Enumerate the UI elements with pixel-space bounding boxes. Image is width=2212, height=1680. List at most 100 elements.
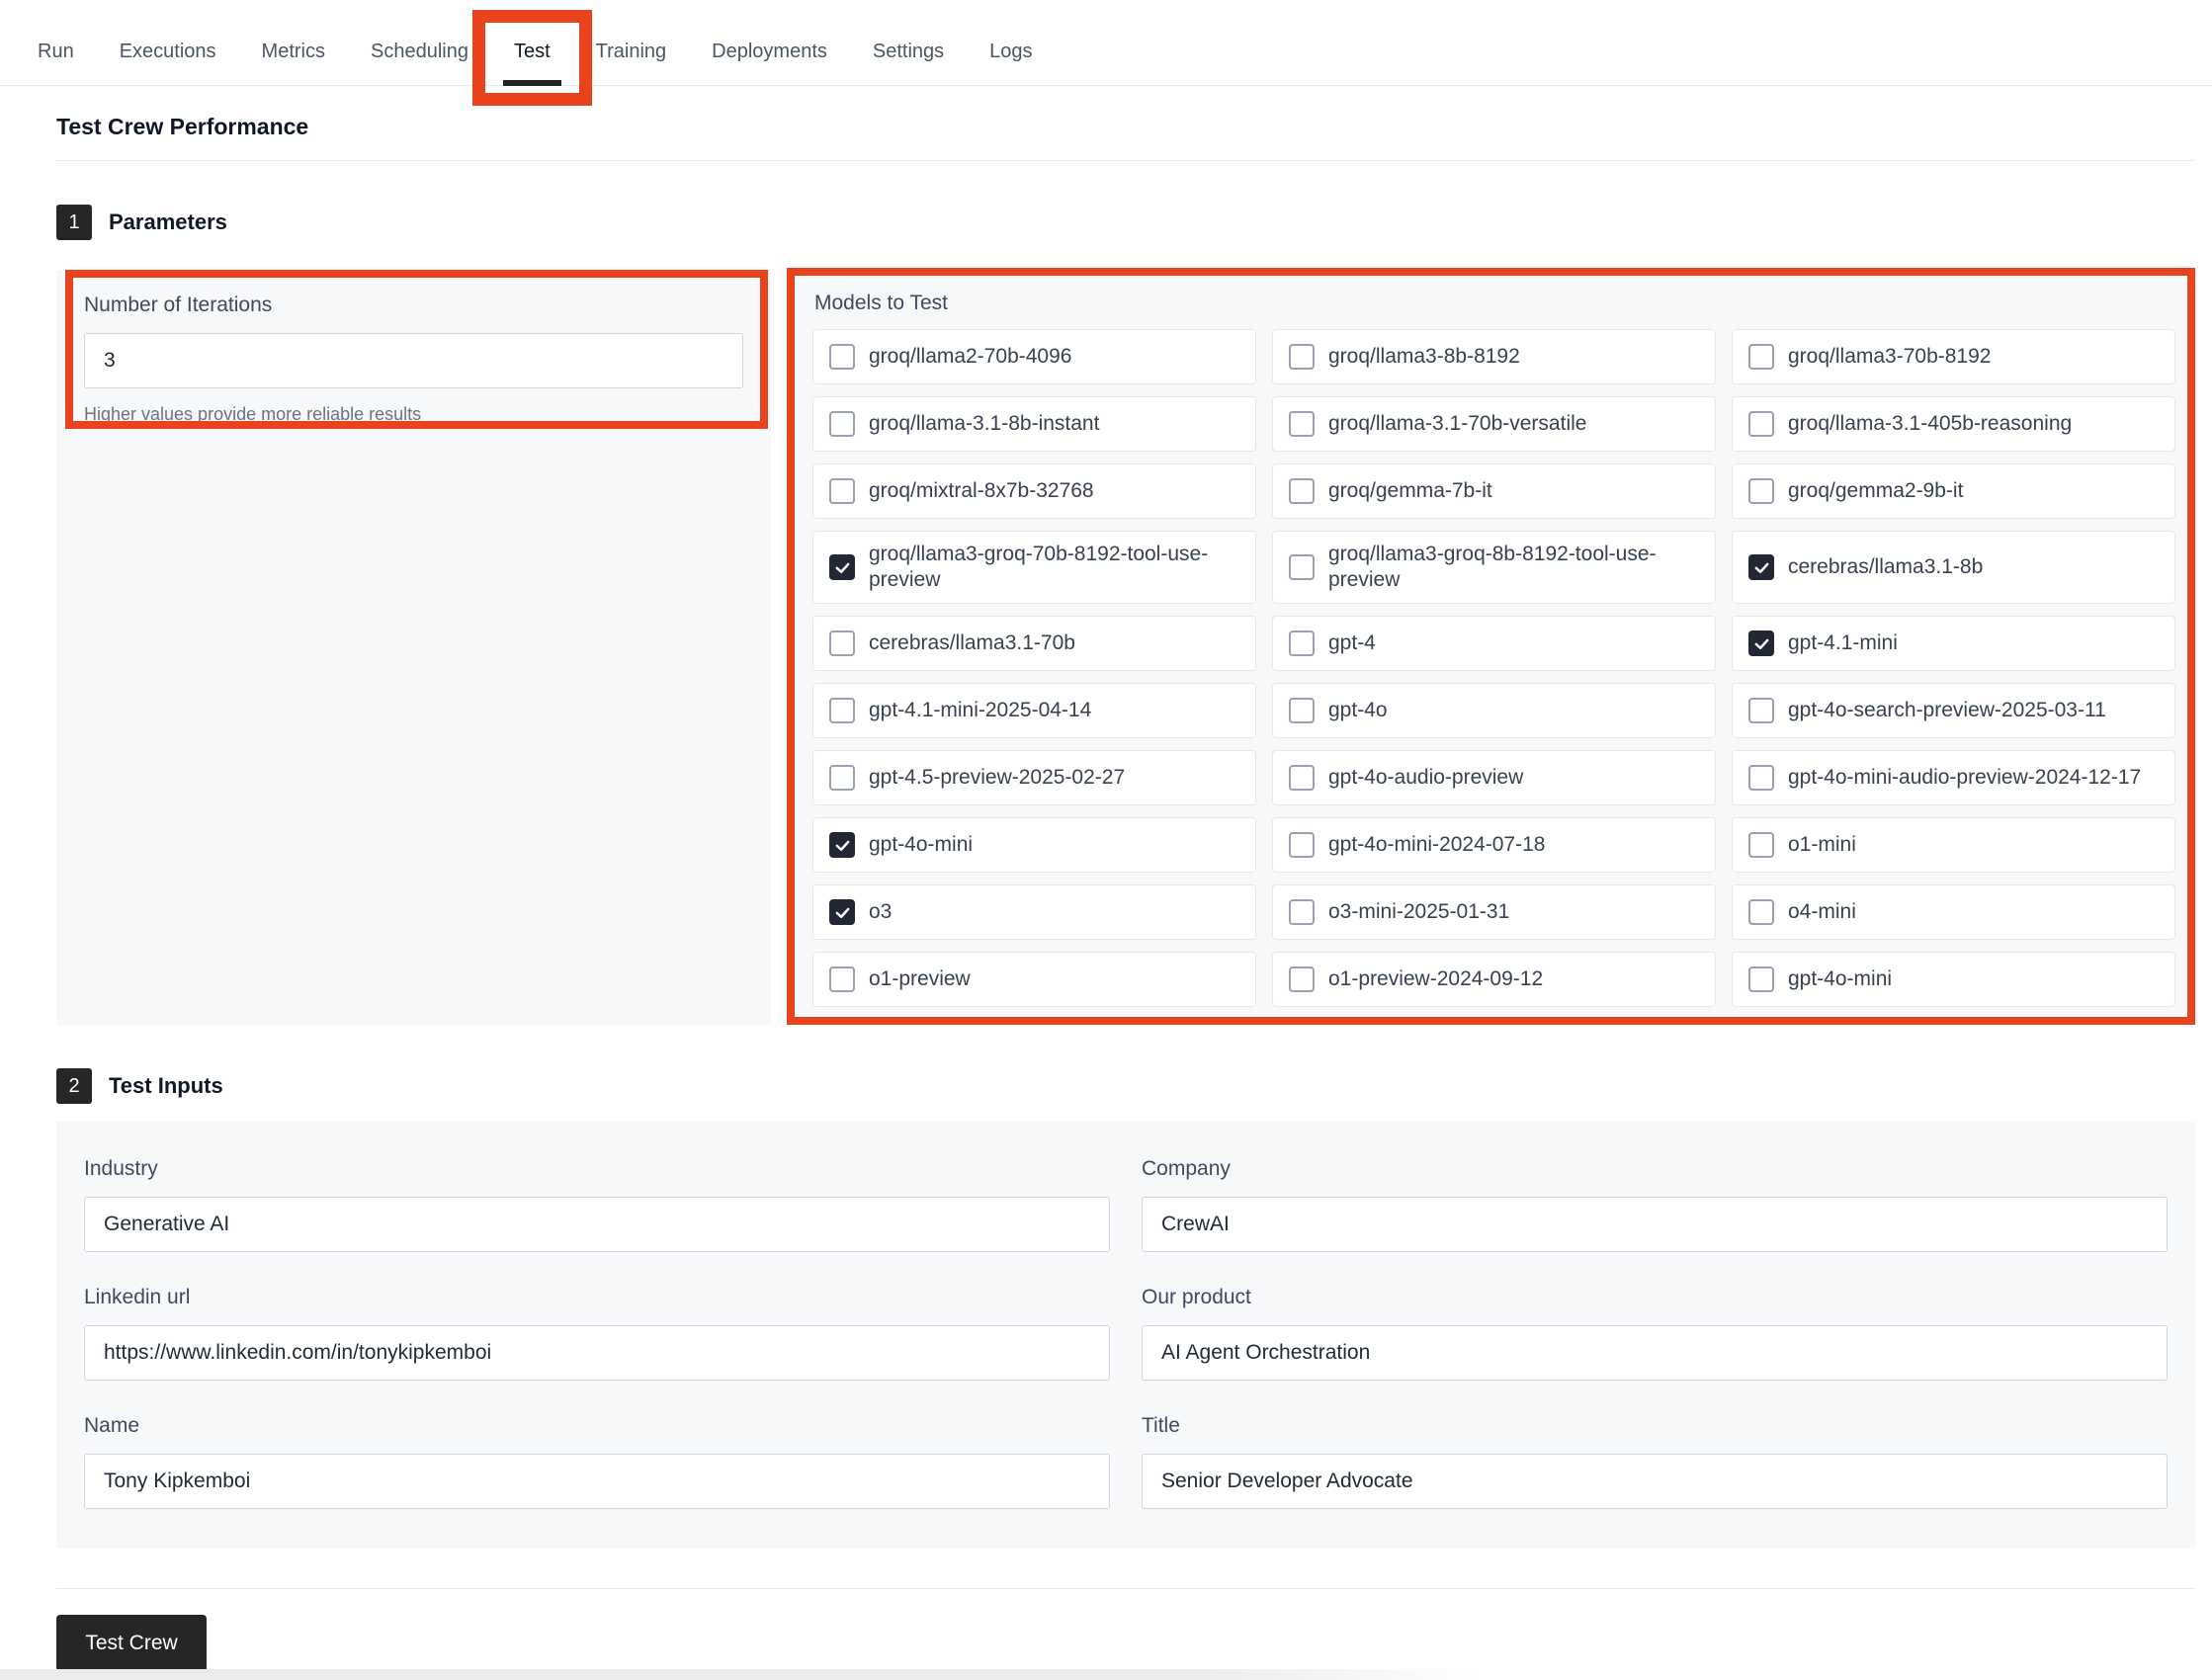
model-checkbox-item-groq-llama2-70b-4096[interactable]: groq/llama2-70b-4096 — [812, 329, 1256, 384]
iterations-label: Number of Iterations — [84, 294, 743, 317]
model-name-label: groq/llama2-70b-4096 — [869, 344, 1071, 370]
checkbox[interactable] — [1748, 966, 1774, 992]
checkbox[interactable] — [1289, 411, 1315, 437]
checkbox[interactable] — [1748, 765, 1774, 791]
section-parameters-header: 1 Parameters — [56, 205, 2195, 240]
checkbox[interactable] — [1748, 698, 1774, 723]
model-name-label: groq/llama3-8b-8192 — [1328, 344, 1520, 370]
model-checkbox-item-groq-gemma-7b-it[interactable]: groq/gemma-7b-it — [1272, 463, 1716, 519]
tab-bar: Run Executions Metrics Scheduling Test — [0, 0, 2212, 86]
model-name-label: gpt-4.5-preview-2025-02-27 — [869, 765, 1125, 791]
field-linkedin-url: Linkedin url — [84, 1286, 1110, 1381]
checkbox[interactable] — [1748, 899, 1774, 925]
tab-executions[interactable]: Executions — [97, 31, 239, 73]
model-checkbox-item-o1-preview-2024-09-12[interactable]: o1-preview-2024-09-12 — [1272, 952, 1716, 1007]
checkbox[interactable] — [1289, 344, 1315, 370]
model-checkbox-item-gpt-4o-audio-preview[interactable]: gpt-4o-audio-preview — [1272, 750, 1716, 805]
checkbox[interactable] — [1289, 765, 1315, 791]
checkbox[interactable] — [829, 899, 855, 925]
model-name-label: groq/gemma-7b-it — [1328, 478, 1492, 504]
checkbox[interactable] — [1748, 344, 1774, 370]
checkbox[interactable] — [1748, 478, 1774, 504]
tab-label: Executions — [120, 41, 216, 62]
model-name-label: gpt-4.1-mini-2025-04-14 — [869, 698, 1091, 723]
checkbox[interactable] — [829, 966, 855, 992]
checkbox[interactable] — [1289, 554, 1315, 580]
model-checkbox-item-gpt-4o-mini-audio-preview-2024-12-17[interactable]: gpt-4o-mini-audio-preview-2024-12-17 — [1732, 750, 2175, 805]
model-checkbox-item-o3-mini-2025-01-31[interactable]: o3-mini-2025-01-31 — [1272, 884, 1716, 940]
model-name-label: groq/llama3-groq-70b-8192-tool-use-previ… — [869, 542, 1239, 593]
model-checkbox-item-gpt-4-1-mini[interactable]: gpt-4.1-mini — [1732, 616, 2175, 671]
checkbox[interactable] — [829, 630, 855, 656]
model-checkbox-item-gpt-4o-mini[interactable]: gpt-4o-mini — [812, 817, 1256, 873]
checkbox[interactable] — [829, 765, 855, 791]
checkbox[interactable] — [829, 832, 855, 858]
check-icon — [834, 837, 851, 854]
model-name-label: o4-mini — [1788, 899, 1856, 925]
model-checkbox-item-cerebras-llama3-1-8b[interactable]: cerebras/llama3.1-8b — [1732, 531, 2175, 604]
field-label: Company — [1142, 1157, 2168, 1181]
models-panel: Models to Test groq/llama2-70b-4096 groq… — [793, 270, 2195, 1025]
model-name-label: gpt-4o-mini — [1788, 966, 1892, 992]
model-checkbox-item-gpt-4o[interactable]: gpt-4o — [1272, 683, 1716, 738]
tab-label: Deployments — [712, 41, 827, 62]
checkbox[interactable] — [829, 554, 855, 580]
tab-deployments[interactable]: Deployments — [689, 31, 850, 73]
model-checkbox-item-groq-llama3-8b-8192[interactable]: groq/llama3-8b-8192 — [1272, 329, 1716, 384]
checkbox[interactable] — [1748, 832, 1774, 858]
tab-logs[interactable]: Logs — [967, 31, 1055, 73]
model-name-label: groq/llama3-70b-8192 — [1788, 344, 1991, 370]
model-checkbox-item-gpt-4-1-mini-2025-04-14[interactable]: gpt-4.1-mini-2025-04-14 — [812, 683, 1256, 738]
checkbox[interactable] — [1289, 966, 1315, 992]
model-name-label: gpt-4 — [1328, 630, 1376, 656]
model-checkbox-item-o1-mini[interactable]: o1-mini — [1732, 817, 2175, 873]
checkbox[interactable] — [1289, 899, 1315, 925]
checkbox[interactable] — [1748, 411, 1774, 437]
tab-test[interactable]: Test — [491, 31, 573, 73]
main-content: Test Crew Performance 1 Parameters Numbe… — [0, 114, 2212, 1672]
model-checkbox-item-o1-preview[interactable]: o1-preview — [812, 952, 1256, 1007]
field-input[interactable] — [84, 1454, 1110, 1509]
field-input[interactable] — [1142, 1197, 2168, 1252]
checkbox[interactable] — [1748, 554, 1774, 580]
checkbox[interactable] — [1748, 630, 1774, 656]
model-checkbox-item-gpt-4-5-preview-2025-02-27[interactable]: gpt-4.5-preview-2025-02-27 — [812, 750, 1256, 805]
checkbox[interactable] — [829, 411, 855, 437]
checkbox[interactable] — [1289, 698, 1315, 723]
model-checkbox-item-o4-mini[interactable]: o4-mini — [1732, 884, 2175, 940]
checkbox[interactable] — [1289, 832, 1315, 858]
field-input[interactable] — [1142, 1454, 2168, 1509]
model-checkbox-item-groq-llama-3-1-405b-reasoning[interactable]: groq/llama-3.1-405b-reasoning — [1732, 396, 2175, 452]
tab-metrics[interactable]: Metrics — [239, 31, 348, 73]
model-checkbox-item-gpt-4[interactable]: gpt-4 — [1272, 616, 1716, 671]
model-checkbox-item-groq-llama3-groq-8b-8192-tool-use-preview[interactable]: groq/llama3-groq-8b-8192-tool-use-previe… — [1272, 531, 1716, 604]
model-checkbox-item-cerebras-llama3-1-70b[interactable]: cerebras/llama3.1-70b — [812, 616, 1256, 671]
field-input[interactable] — [84, 1325, 1110, 1381]
checkbox[interactable] — [829, 478, 855, 504]
model-checkbox-item-gpt-4o-mini-2024-07-18[interactable]: gpt-4o-mini-2024-07-18 — [1272, 817, 1716, 873]
model-checkbox-item-gpt-4o-mini[interactable]: gpt-4o-mini — [1732, 952, 2175, 1007]
tab-scheduling[interactable]: Scheduling — [348, 31, 491, 73]
checkbox[interactable] — [1289, 630, 1315, 656]
tab-settings[interactable]: Settings — [850, 31, 967, 73]
checkbox[interactable] — [829, 698, 855, 723]
test-crew-button[interactable]: Test Crew — [56, 1615, 207, 1672]
model-checkbox-item-gpt-4o-search-preview-2025-03-11[interactable]: gpt-4o-search-preview-2025-03-11 — [1732, 683, 2175, 738]
model-checkbox-item-groq-llama3-groq-70b-8192-tool-use-preview[interactable]: groq/llama3-groq-70b-8192-tool-use-previ… — [812, 531, 1256, 604]
model-checkbox-item-groq-llama-3-1-8b-instant[interactable]: groq/llama-3.1-8b-instant — [812, 396, 1256, 452]
model-checkbox-item-groq-llama-3-1-70b-versatile[interactable]: groq/llama-3.1-70b-versatile — [1272, 396, 1716, 452]
tab-run[interactable]: Run — [15, 31, 97, 73]
model-checkbox-item-groq-llama3-70b-8192[interactable]: groq/llama3-70b-8192 — [1732, 329, 2175, 384]
model-checkbox-item-o3[interactable]: o3 — [812, 884, 1256, 940]
checkbox[interactable] — [829, 344, 855, 370]
field-name: Name — [84, 1414, 1110, 1509]
checkbox[interactable] — [1289, 478, 1315, 504]
model-checkbox-item-groq-mixtral-8x7b-32768[interactable]: groq/mixtral-8x7b-32768 — [812, 463, 1256, 519]
field-input[interactable] — [84, 1197, 1110, 1252]
page-bottom-strip — [0, 1669, 1482, 1680]
title-divider — [56, 160, 2195, 161]
field-input[interactable] — [1142, 1325, 2168, 1381]
model-name-label: o3-mini-2025-01-31 — [1328, 899, 1509, 925]
iterations-input[interactable] — [84, 333, 743, 388]
model-checkbox-item-groq-gemma2-9b-it[interactable]: groq/gemma2-9b-it — [1732, 463, 2175, 519]
